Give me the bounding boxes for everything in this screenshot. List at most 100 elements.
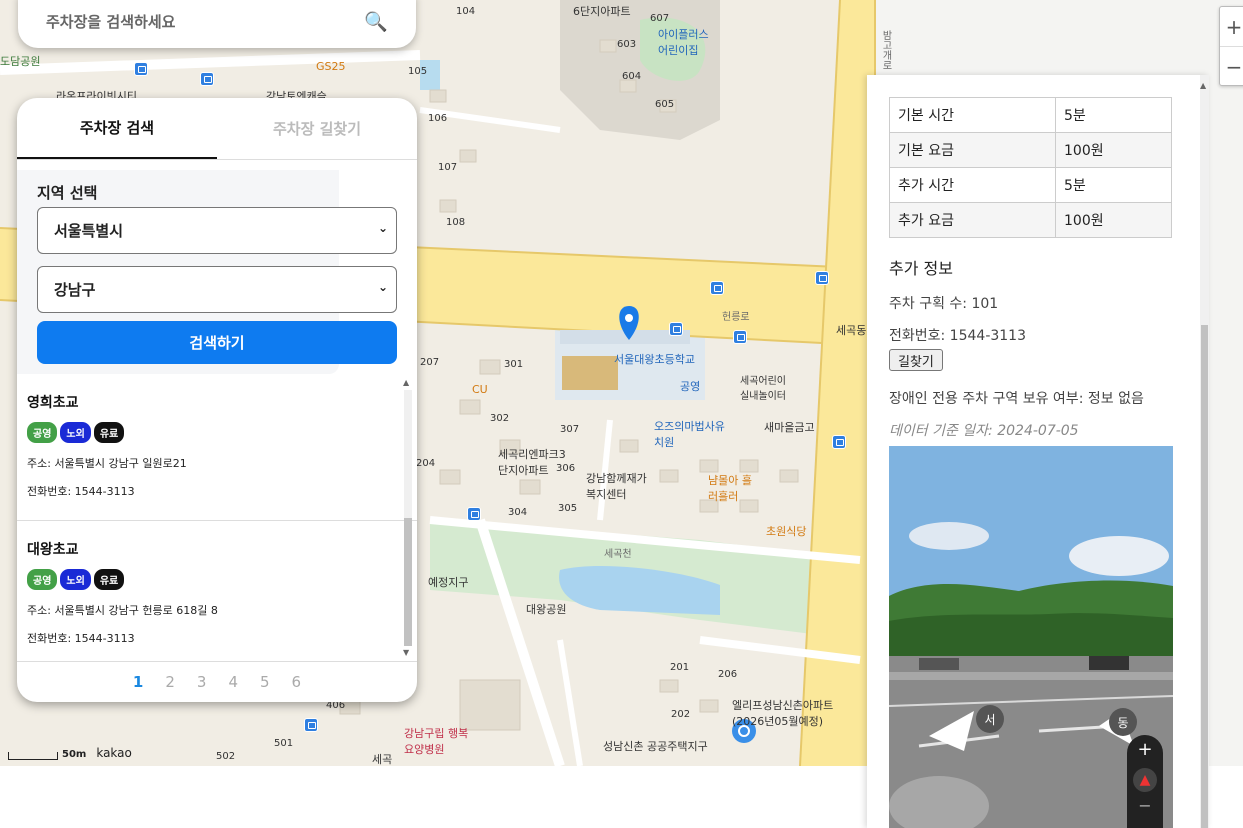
map-label-nyum: 냠몰아 흘러흘러 [708,474,752,503]
bus-stop-icon[interactable] [467,507,481,521]
bus-stop-icon[interactable] [304,718,318,732]
fee-label: 기본 요금 [889,132,1056,168]
result-phone: 전화번호: 1544-3113 [27,485,135,498]
bus-stop-icon[interactable] [710,281,724,295]
city-select[interactable]: 서울특별시 ⌄ [37,207,397,254]
map-label-kids: 아이플러스 어린이집 [658,28,709,57]
list-item[interactable]: 대왕초교 공영 노외 유료 주소: 서울특별시 강남구 헌릉로 618길 8 전… [17,521,417,660]
map-label-daewang-park: 대왕공원 [526,603,567,616]
search-input[interactable]: 주차장을 검색하세요 [46,11,364,32]
building-number: 501 [274,738,294,749]
map-label-school: 서울대왕초등학교 [614,353,695,366]
page-6[interactable]: 6 [292,673,302,691]
fee-table: 기본 시간 5분 기본 요금 100원 추가 시간 5분 추가 요금 100원 [889,97,1172,238]
building-number: 107 [438,162,458,173]
building-number: 204 [416,458,436,469]
result-scrollbar[interactable]: ▲ ▼ [403,378,413,658]
building-number: 302 [490,413,510,424]
result-badges: 공영 노외 유료 [27,569,407,590]
page-2[interactable]: 2 [165,673,175,691]
badge-offstreet: 노외 [60,422,91,443]
building-number: 306 [556,463,576,474]
building-number: 607 [650,13,670,24]
page-3[interactable]: 3 [197,673,207,691]
result-list: 영희초교 공영 노외 유료 주소: 서울특별시 강남구 일원로21 전화번호: … [17,374,417,660]
roadview-image[interactable]: 서 동 + ▲ − [889,446,1173,828]
route-button[interactable]: 길찾기 [889,349,943,371]
tab-bar: 주차장 검색 주차장 길찾기 [17,98,417,160]
scroll-thumb[interactable] [1201,325,1208,828]
result-address: 주소: 서울특별시 강남구 헌릉로 618길 8 [27,604,218,617]
scroll-thumb[interactable] [404,518,412,646]
building-number: 307 [560,424,580,435]
fee-value: 5분 [1055,167,1172,203]
building-number: 603 [617,39,637,50]
bus-stop-icon[interactable] [134,62,148,76]
scroll-up-icon[interactable]: ▲ [403,378,409,387]
detail-scrollbar[interactable]: ▲ [1200,75,1209,828]
building-number: 207 [420,357,440,368]
fee-value: 100원 [1055,132,1172,168]
table-row: 기본 요금 100원 [889,132,1172,168]
map-label-segok: 세곡동 [836,324,867,337]
fee-label: 기본 시간 [889,97,1056,133]
page-1[interactable]: 1 [133,673,143,691]
zoom-in-button[interactable]: + [1220,7,1243,47]
badge-public: 공영 [27,422,58,443]
roadview-east-button[interactable]: 동 [1109,708,1137,736]
map-label-saemaeul: 새마을금고 [764,421,815,434]
bus-stop-icon[interactable] [669,322,683,336]
bus-stop-icon[interactable] [815,271,829,285]
scroll-up-icon[interactable]: ▲ [1200,81,1206,90]
building-number: 301 [504,359,524,370]
building-number: 104 [456,6,476,17]
search-panel: 주차장 검색 주차장 길찾기 지역 선택 서울특별시 ⌄ 강남구 ⌄ 검색하기 … [17,98,417,702]
fee-label: 추가 요금 [889,202,1056,238]
search-button[interactable]: 검색하기 [37,321,397,364]
disabled-parking-info: 장애인 전용 주차 구역 보유 여부: 정보 없음 [889,391,1144,407]
scroll-down-icon[interactable]: ▼ [403,648,409,657]
building-number: 201 [670,662,690,673]
page-4[interactable]: 4 [228,673,238,691]
list-item[interactable]: 영희초교 공영 노외 유료 주소: 서울특별시 강남구 일원로21 전화번호: … [17,374,417,521]
city-select-value: 서울특별시 [54,222,124,240]
map-label-chowon: 초원식당 [766,525,807,538]
bus-stop-icon[interactable] [200,72,214,86]
map-label-hunreung: 헌릉로 [722,312,750,323]
map-label-hospital: 강남구립 행복요양병원 [404,727,469,756]
map-label-ozs: 오즈의마법사유치원 [654,420,725,449]
building-number: 604 [622,71,642,82]
roadview-zoom-out-button[interactable]: − [1127,796,1163,815]
building-number: 108 [446,217,466,228]
roadview-control: + ▲ − [1127,735,1163,828]
chevron-down-icon: ⌄ [377,280,388,294]
map-label-public-house: 성남신촌 공공주택지구 [603,740,708,753]
tab-parking-directions[interactable]: 주차장 길찾기 [217,98,417,159]
roadview-zoom-in-button[interactable]: + [1127,739,1163,760]
zoom-out-button[interactable]: − [1220,47,1243,87]
fee-value: 5분 [1055,97,1172,133]
fee-value: 100원 [1055,202,1172,238]
map-label-kids2: 세곡어린이 실내놀이터 [740,376,786,402]
roadview-east-label: 동 [1117,715,1129,730]
bus-stop-icon[interactable] [733,330,747,344]
parking-spaces: 주차 구획 수: 101 [889,296,999,312]
search-icon[interactable]: 🔍 [364,10,388,33]
result-phone: 전화번호: 1544-3113 [27,632,135,645]
search-bar: 주차장을 검색하세요 🔍 [18,0,416,48]
tab-parking-search[interactable]: 주차장 검색 [17,98,217,159]
map-label-cu: CU [472,383,488,396]
detail-panel: 기본 시간 5분 기본 요금 100원 추가 시간 5분 추가 요금 100원 추가 정… [867,75,1209,828]
badge-public: 공영 [27,569,58,590]
page-5[interactable]: 5 [260,673,270,691]
badge-paid: 유료 [93,569,125,590]
district-select[interactable]: 강남구 ⌄ [37,266,397,313]
kakao-logo: kakao [96,746,132,760]
compass-icon[interactable]: ▲ [1133,768,1157,792]
building-number: 605 [655,99,675,110]
result-address: 주소: 서울특별시 강남구 일원로21 [27,457,187,470]
bus-stop-icon[interactable] [832,435,846,449]
roadview-west-button[interactable]: 서 [976,705,1004,733]
chevron-down-icon: ⌄ [377,221,388,235]
building-number: 105 [408,66,428,77]
